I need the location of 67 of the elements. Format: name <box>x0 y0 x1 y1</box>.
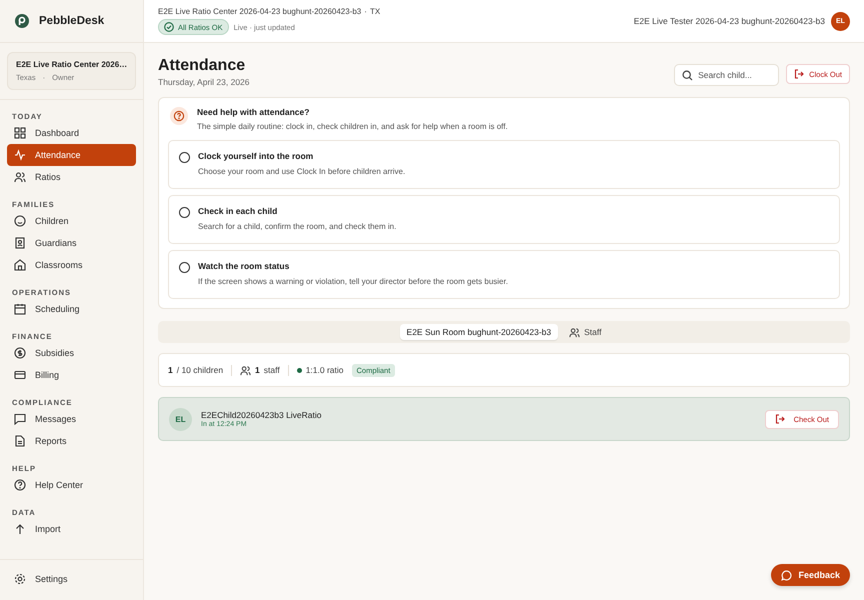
sidebar-item[interactable]: Help Center <box>7 474 136 496</box>
staff-label: staff <box>264 365 280 375</box>
center-title: E2E Live Ratio Center 2026-04-23 bughunt-20260423-b3 <box>158 7 362 16</box>
present-count: 1 <box>168 365 173 375</box>
child-name: E2EChild20260423b3 LiveRatio <box>201 410 323 420</box>
document-icon <box>14 435 26 448</box>
pulse-icon <box>14 149 26 162</box>
status-dot <box>296 368 302 372</box>
search-field[interactable]: Search child... <box>674 64 780 86</box>
sidebar-item[interactable]: Attendance <box>7 144 136 166</box>
dollar-coin-icon <box>14 347 26 360</box>
page-date: Thursday, April 23, 2026 <box>158 77 250 87</box>
chat-icon <box>781 570 792 580</box>
page-title: Attendance <box>158 57 246 75</box>
state-code: TX <box>370 7 380 16</box>
exit-icon <box>774 414 785 424</box>
help-icon <box>170 107 188 125</box>
sidebar-item[interactable]: Scheduling <box>7 298 136 320</box>
step-checkbox[interactable] <box>179 207 190 218</box>
step-title: Clock yourself into the room <box>198 151 314 161</box>
room-tab[interactable]: Staff <box>562 324 608 340</box>
chat-icon <box>14 413 26 426</box>
sidebar-item[interactable]: Reports <box>7 430 136 452</box>
feedback-button[interactable]: Feedback <box>771 564 850 586</box>
sidebar-item[interactable]: Dashboard <box>7 122 136 144</box>
people-icon <box>14 171 26 184</box>
sidebar-item[interactable]: Guardians <box>7 232 136 254</box>
step-description: Search for a child, confirm the room, and check them in. <box>198 222 396 231</box>
step-title: Watch the room status <box>198 261 290 271</box>
id-card-icon <box>14 237 26 250</box>
step-title: Check in each child <box>198 206 278 216</box>
step-checkbox[interactable] <box>179 152 190 163</box>
brand-name: PebbleDesk <box>39 15 104 27</box>
staff-count: 1 <box>255 365 260 375</box>
center-name: E2E Live Ratio Center 2026… <box>16 60 127 70</box>
help-title: Need help with attendance? <box>197 107 310 117</box>
credit-card-icon <box>14 369 26 382</box>
exit-icon <box>794 69 804 79</box>
gear-icon <box>14 573 26 585</box>
sidebar-item[interactable]: Subsidies <box>7 342 136 364</box>
user-name: E2E Live Tester 2026-04-23 bughunt-20260423-b3 <box>634 16 825 26</box>
step-checkbox[interactable] <box>179 262 190 273</box>
people-icon <box>569 326 580 338</box>
step-description: If the screen shows a warning or violation, tell your director before the room gets busier. <box>198 277 508 286</box>
child-avatar: EL <box>169 408 192 430</box>
ratio-value: 1:1.0 ratio <box>306 365 344 375</box>
smiley-icon <box>14 215 26 228</box>
separator-dot: · <box>364 7 367 16</box>
grid-icon <box>14 127 26 140</box>
calendar-icon <box>14 303 26 316</box>
help-subtitle: The simple daily routine: clock in, check children in, and ask for help when a room is off. <box>197 122 508 131</box>
upload-icon <box>14 523 26 536</box>
sidebar-item[interactable]: Ratios <box>7 166 136 188</box>
sidebar-item[interactable]: Import <box>7 518 136 540</box>
house-icon <box>14 259 26 272</box>
sidebar-item[interactable]: Billing <box>7 364 136 386</box>
sidebar-item[interactable]: Messages <box>7 408 136 430</box>
staff-icon <box>240 364 252 376</box>
logo-icon <box>14 13 30 29</box>
sidebar-item[interactable]: Children <box>7 210 136 232</box>
check-circle-icon <box>164 22 174 32</box>
help-icon <box>14 479 26 492</box>
sidebar-item[interactable]: Classrooms <box>7 254 136 276</box>
settings-link[interactable]: Settings <box>7 568 136 590</box>
room-tab[interactable]: E2E Sun Room bughunt-20260423-b3 <box>400 324 558 340</box>
capacity-label: / 10 children <box>176 365 224 375</box>
step-description: Choose your room and use Clock In before children arrive. <box>198 167 406 176</box>
